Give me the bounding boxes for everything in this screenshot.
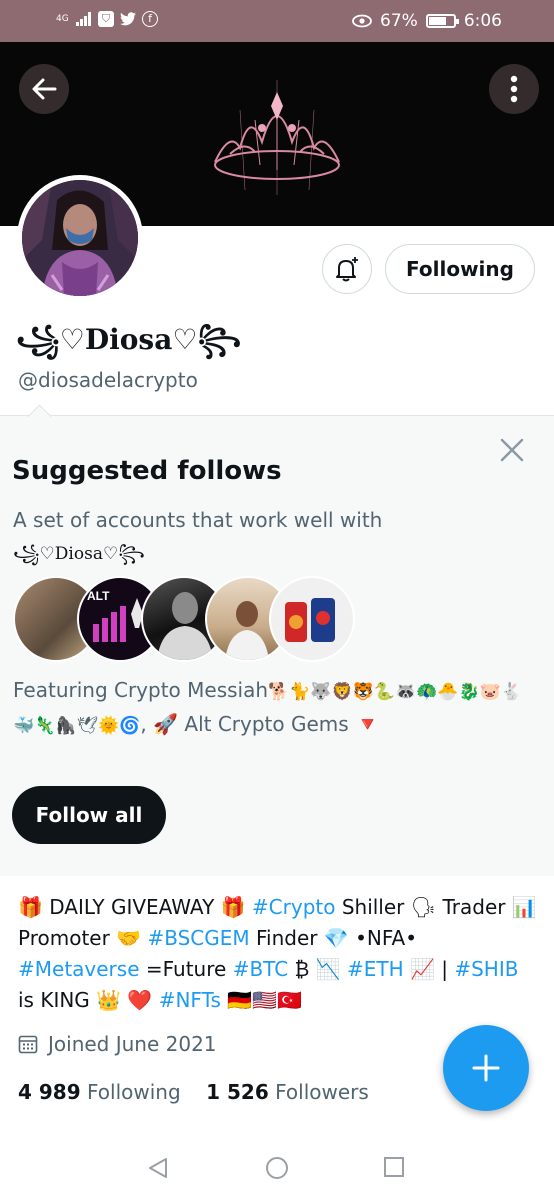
profile-bio: 🎁 DAILY GIVEAWAY 🎁 #Crypto Shiller 🗣 Tra… [18,892,538,1016]
signal-icon [76,12,91,26]
following-count: 4 989 [18,1080,81,1104]
plus-icon [472,1054,500,1082]
follow-all-button[interactable]: Follow all [12,786,166,844]
status-right: 67% 6:06 [352,11,502,31]
avatar-portrait [22,180,138,296]
bio-text: is KING 👑 ❤️ [18,988,159,1012]
eye-comfort-icon [352,14,372,28]
featuring-text: Featuring Crypto Messiah🐕🐈🐺🦁🐯🐍🦝🦚🐣🐉🐷🐇🐳🦎🦍🕊… [13,674,543,742]
suggested-follows-card: Suggested follows A set of accounts that… [0,404,554,876]
shield-icon: ⛉ [98,11,114,27]
suggested-avatars[interactable]: ALT [13,576,355,662]
followers-count: 1 526 [206,1080,269,1104]
back-button[interactable] [19,64,69,114]
hashtag-link[interactable]: #NFTs [159,988,221,1012]
suggested-avatar[interactable] [269,576,355,662]
clock: 6:06 [463,11,502,31]
follow-stats: 4 989 Following 1 526 Followers [18,1080,369,1104]
hashtag-link[interactable]: #ETH [347,957,404,981]
suggested-subtitle-name: ꧁♡Diosa♡꧂ [13,544,145,564]
suggested-subtitle-text: A set of accounts that work well with [13,508,383,532]
more-vertical-icon [510,75,518,103]
bio-text: ₿ 📉 [288,957,347,981]
close-icon[interactable] [496,434,528,466]
profile-avatar[interactable] [17,175,143,301]
battery-icon [425,14,459,28]
suggested-subtitle: A set of accounts that work well with ꧁♡… [13,504,533,570]
featuring-suffix: , 🚀 Alt Crypto Gems 🔻 [140,712,380,736]
bio-text: 🎁 DAILY GIVEAWAY 🎁 [18,895,252,919]
battery-percent: 67% [380,11,418,31]
system-nav-bar [0,1136,554,1200]
nav-recents-icon[interactable] [383,1156,405,1178]
nav-back-icon[interactable] [146,1156,170,1180]
compose-tweet-button[interactable] [443,1025,529,1111]
user-handle: @diosadelacrypto [18,368,198,392]
bio-text: =Future [139,957,233,981]
hashtag-link[interactable]: #BSCGEM [147,926,249,950]
bio-text: Finder 💎 •NFA• [249,926,418,950]
following-button[interactable]: Following [385,244,535,294]
display-name: ꧁♡Diosa♡꧂ [16,323,242,356]
svg-text:ALT: ALT [87,589,110,603]
hashtag-link[interactable]: #BTC [233,957,289,981]
card-pointer [27,404,52,429]
network-indicator: 4G [56,13,69,24]
hashtag-link[interactable]: #SHIB [454,957,518,981]
nav-home-icon[interactable] [265,1156,289,1180]
bio-text: 📈 | [403,957,455,981]
twitter-bird-icon [120,12,136,26]
notification-bell-button[interactable] [322,244,372,294]
followers-stat[interactable]: 1 526 Followers [206,1080,369,1104]
following-label: Following [87,1080,181,1104]
bio-text: 🇩🇪🇺🇸🇹🇷 [220,988,302,1012]
crown-banner-image [214,80,340,195]
following-stat[interactable]: 4 989 Following [18,1080,181,1104]
arrow-left-icon [32,78,57,100]
more-options-button[interactable] [489,64,539,114]
calendar-icon [18,1035,38,1054]
status-bar: 4G ⛉ f 67% 6:06 [0,0,554,42]
suggested-title: Suggested follows [12,456,282,486]
bell-plus-icon [336,257,358,282]
avatar-image [22,180,138,296]
featuring-prefix: Featuring Crypto Messiah [13,678,269,702]
joined-date: Joined June 2021 [18,1032,217,1056]
followers-label: Followers [275,1080,369,1104]
hashtag-link[interactable]: #Crypto [252,895,336,919]
status-left: 4G ⛉ f [56,11,158,27]
hashtag-link[interactable]: #Metaverse [18,957,140,981]
facebook-icon: f [142,11,158,27]
joined-text: Joined June 2021 [48,1032,217,1056]
